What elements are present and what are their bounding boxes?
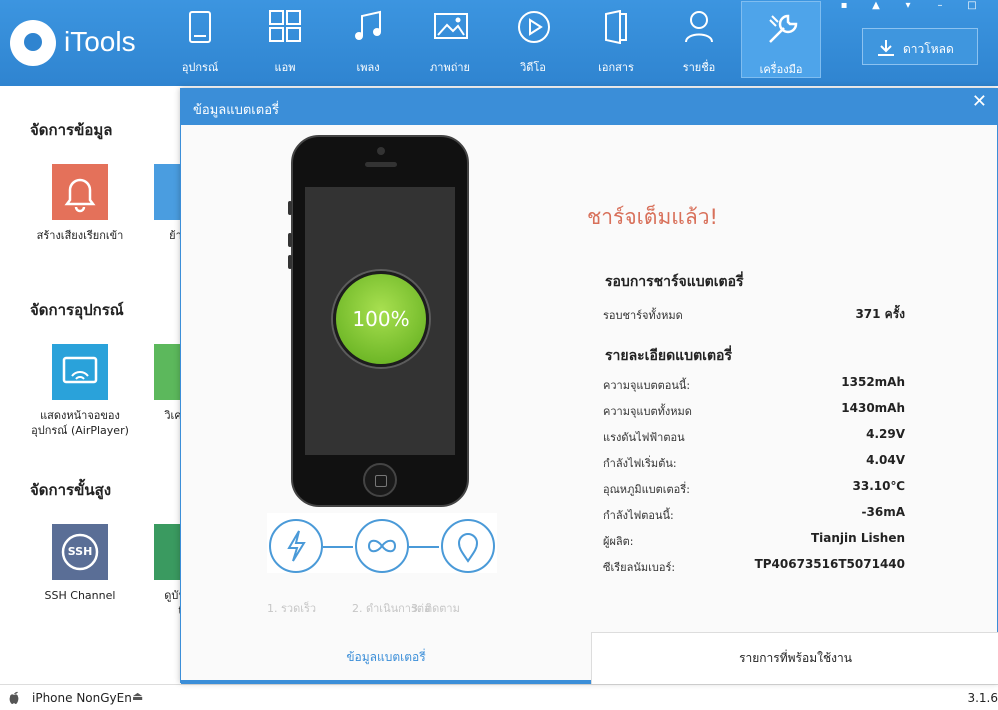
top-toolbar: iTools อุปกรณ์ แอพ เพลง ภาพถ่าย วิดีโอ เ…	[0, 0, 998, 86]
nav-contacts[interactable]: รายชื่อ	[659, 0, 739, 80]
battery-info-dialog: ข้อมูลแบตเตอรี่ ✕ 100% 1. รวดเร็ว 2. ดำเ…	[180, 88, 998, 684]
minimize-icon[interactable]: –	[930, 0, 950, 12]
detail-group-title: รายละเอียดแบตเตอรี่	[605, 348, 732, 364]
eject-icon[interactable]: ⏏	[132, 689, 143, 703]
dialog-header: ข้อมูลแบตเตอรี่ ✕	[181, 89, 997, 125]
device-name: iPhone NonGyEn	[32, 691, 132, 705]
chat-icon[interactable]: ▪	[834, 0, 854, 12]
cycle-group-title: รอบการชาร์จแบตเตอรี่	[605, 274, 744, 290]
iphone-illustration: 100%	[288, 135, 469, 507]
document-icon	[605, 10, 627, 44]
maximize-icon[interactable]: □	[962, 0, 982, 12]
info-row: อุณหภูมิแบตเตอรี่: 33.10℃	[603, 479, 905, 496]
info-row: กำลังไฟตอนนี้: -36mA	[603, 505, 905, 522]
nav-music[interactable]: เพลง	[328, 0, 408, 80]
info-row: ความจุแบตตอนนี้: 1352mAh	[603, 375, 905, 392]
ssh-icon: SSH	[52, 524, 108, 580]
tool-ssh-channel[interactable]: SSH SSH Channel	[30, 524, 130, 603]
music-icon	[355, 10, 381, 40]
lightning-icon	[269, 519, 323, 573]
phone-screen: 100%	[305, 187, 455, 455]
info-row: ผู้ผลิต: Tianjin Lishen	[603, 531, 905, 548]
nav-video[interactable]: วิดีโอ	[493, 0, 573, 80]
charge-status-text: ชาร์จเต็มแล้ว!	[587, 205, 718, 229]
itools-logo-icon	[10, 20, 56, 66]
charging-steps	[267, 513, 497, 573]
status-bar: iPhone NonGyEn ⏏ 3.1.6	[0, 684, 998, 710]
apps-icon	[269, 10, 301, 42]
download-button[interactable]: ดาวโหลด	[862, 28, 978, 65]
bell-icon	[52, 164, 108, 220]
tools-icon	[769, 14, 798, 43]
infinity-icon	[355, 519, 409, 573]
step-label-track: 3. ติดตาม	[411, 602, 460, 615]
location-pin-icon	[441, 519, 495, 573]
shirt-icon[interactable]: ▲	[866, 0, 886, 12]
device-icon	[189, 11, 211, 43]
menu-icon[interactable]: ▾	[898, 0, 918, 12]
info-row: กำลังไฟเริ่มต้น: 4.04V	[603, 453, 905, 470]
nav-documents[interactable]: เอกสาร	[576, 0, 656, 80]
section-device-management: จัดการอุปกรณ์	[30, 301, 124, 319]
apple-icon	[9, 691, 19, 704]
tab-battery-info[interactable]: ข้อมูลแบตเตอรี่	[181, 632, 591, 684]
step-label-fast: 1. รวดเร็ว	[267, 602, 317, 615]
tool-airplayer[interactable]: แสดงหน้าจอของ อุปกรณ์ (AirPlayer)	[30, 344, 130, 438]
tab-available-items[interactable]: รายการที่พร้อมใช้งาน	[591, 632, 998, 684]
video-icon	[518, 11, 550, 43]
nav-tools[interactable]: เครื่องมือ	[741, 1, 821, 78]
photo-icon	[434, 13, 468, 39]
battery-level-indicator: 100%	[333, 271, 429, 367]
nav-device[interactable]: อุปกรณ์	[160, 0, 240, 80]
nav-apps[interactable]: แอพ	[245, 0, 325, 80]
app-name: iTools	[64, 26, 136, 57]
tool-airplayer-label: แสดงหน้าจอของ อุปกรณ์ (AirPlayer)	[31, 409, 129, 437]
info-row: รอบชาร์จทั้งหมด 371 ครั้ง	[603, 307, 905, 322]
airplay-icon	[52, 344, 108, 400]
tool-ringtone-maker[interactable]: สร้างเสียงเรียกเข้า	[30, 164, 130, 243]
version-text: 3.1.6	[967, 691, 998, 705]
dialog-title: ข้อมูลแบตเตอรี่	[193, 103, 279, 118]
info-row: แรงดันไฟฟ้าตอน 4.29V	[603, 427, 905, 444]
section-data-management: จัดการข้อมูล	[30, 121, 113, 139]
info-row: ซีเรียลนัมเบอร์: TP40673516T5071440	[603, 557, 905, 574]
contacts-icon	[685, 11, 713, 43]
home-button-icon	[363, 463, 397, 497]
download-icon	[878, 40, 894, 56]
close-icon[interactable]: ✕	[972, 91, 987, 112]
nav-photos[interactable]: ภาพถ่าย	[410, 0, 490, 80]
section-advanced-management: จัดการขั้นสูง	[30, 481, 112, 499]
info-row: ความจุแบตทั้งหมด 1430mAh	[603, 401, 905, 418]
